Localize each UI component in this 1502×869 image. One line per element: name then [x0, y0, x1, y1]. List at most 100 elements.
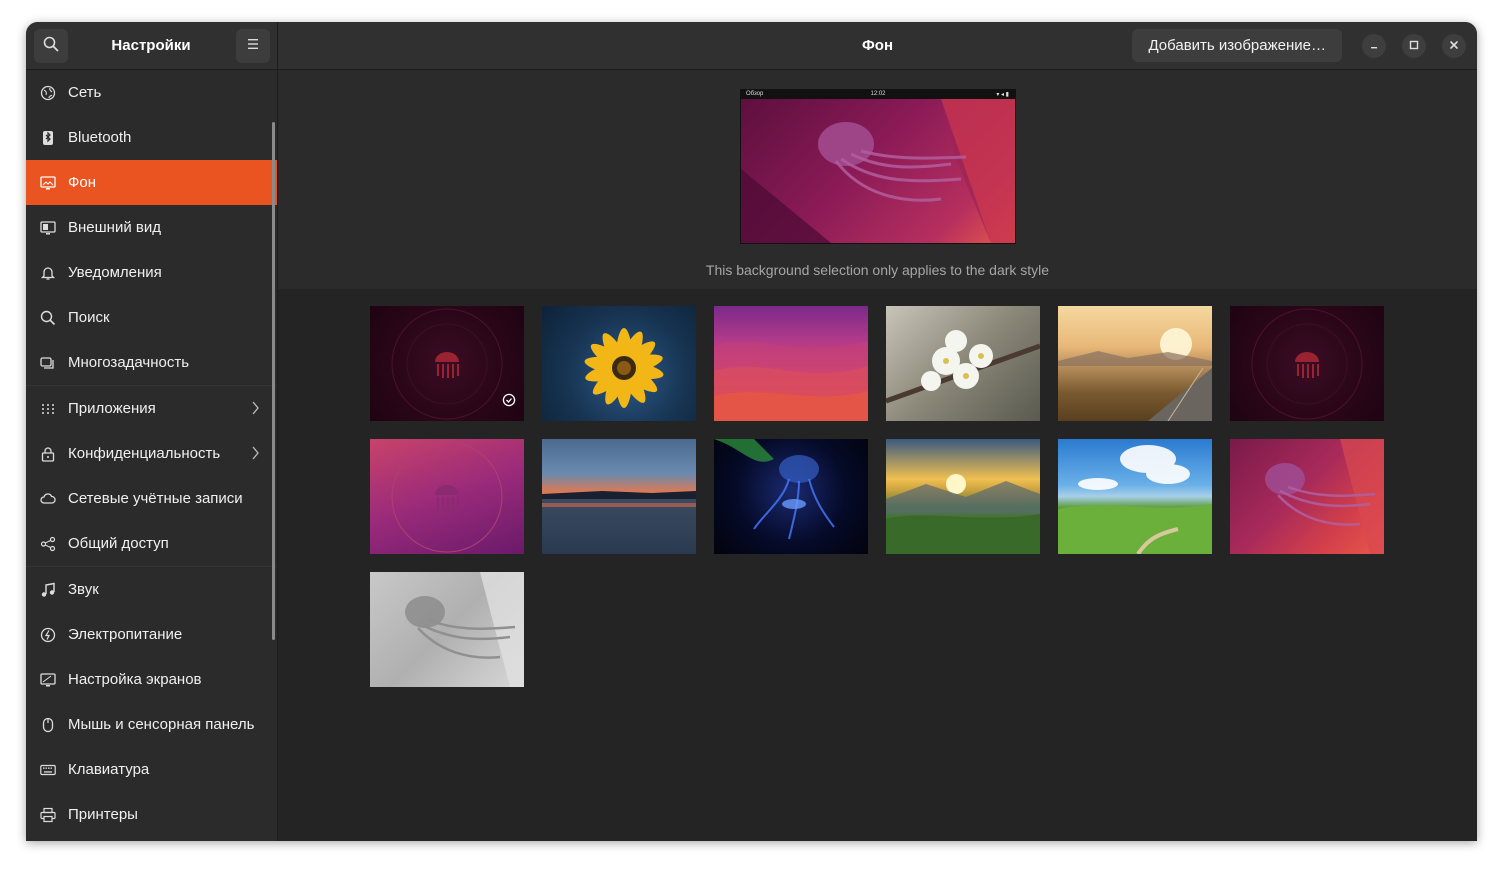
- wallpaper-thumbnail[interactable]: [714, 306, 868, 421]
- network-icon: [40, 85, 56, 101]
- sidebar-item-label: Мышь и сенсорная панель: [68, 716, 255, 733]
- preview-jellyfish-wallpaper: [741, 99, 1015, 243]
- sidebar-item-label: Сеть: [68, 84, 102, 101]
- wallpaper-thumbnail[interactable]: [714, 439, 868, 554]
- chevron-right-icon: [251, 400, 259, 420]
- lake-sunset-image: [542, 491, 696, 507]
- sidebar-item-apps[interactable]: Приложения: [26, 386, 277, 431]
- search-icon: [43, 36, 59, 57]
- sidebar-headerbar: Настройки: [26, 22, 278, 70]
- wallpaper-thumbnail[interactable]: [370, 306, 524, 421]
- jellyfish-pink-image: [1265, 439, 1384, 554]
- green-hills-image: [1058, 445, 1212, 554]
- sidebar-item-displays[interactable]: Настройка экранов: [26, 657, 277, 702]
- sidebar-item-label: Принтеры: [68, 806, 138, 823]
- wallpaper-thumbnail[interactable]: [1230, 306, 1384, 421]
- app-title: Настройки: [111, 37, 191, 54]
- white-blossoms-image: [886, 330, 1040, 404]
- jellyfish-logo-icon: [1251, 308, 1363, 420]
- main-headerbar: Фон Добавить изображение…: [278, 22, 1477, 70]
- bluetooth-icon: [40, 130, 56, 146]
- settings-window: Настройки Фон Добавить изображение… Сеть…: [26, 22, 1477, 841]
- wallpaper-thumbnail[interactable]: [542, 306, 696, 421]
- desktop-preview: Обзор 12:02 ▾ ◂ ▮: [740, 89, 1016, 244]
- mountain-sunrise-image: [886, 474, 1040, 554]
- wallpaper-thumbnail[interactable]: [886, 306, 1040, 421]
- preview-clock: 12:02: [870, 91, 886, 97]
- sidebar-item-appearance[interactable]: Внешний вид: [26, 205, 277, 250]
- music-note-icon: [40, 582, 56, 598]
- wallpaper-thumbnail[interactable]: [370, 572, 524, 687]
- sidebar-item-label: Настройка экранов: [68, 671, 202, 688]
- wallpaper-thumbnail[interactable]: [1058, 306, 1212, 421]
- jellyfish-grey-image: [405, 572, 524, 687]
- sidebar-scrollbar[interactable]: [272, 122, 275, 640]
- sidebar-item-privacy[interactable]: Конфиденциальность: [26, 431, 277, 476]
- sidebar-item-sound[interactable]: Звук: [26, 567, 277, 612]
- sidebar-item-label: Звук: [68, 581, 99, 598]
- sidebar: Сеть Bluetooth Фон Внешний вид Уведомлен…: [26, 70, 278, 841]
- sidebar-item-label: Электропитание: [68, 626, 183, 643]
- yellow-flower-image: [584, 328, 664, 408]
- mouse-icon: [40, 717, 56, 733]
- close-button[interactable]: [1442, 34, 1466, 58]
- sidebar-item-label: Уведомления: [68, 264, 162, 281]
- sidebar-item-online-accounts[interactable]: Сетевые учётные записи: [26, 476, 277, 521]
- bell-icon: [40, 265, 56, 281]
- sidebar-item-label: Фон: [68, 174, 97, 191]
- clock-icon: [502, 393, 516, 412]
- sidebar-item-notifications[interactable]: Уведомления: [26, 250, 277, 295]
- sidebar-item-power[interactable]: Электропитание: [26, 612, 277, 657]
- preview-status-icons: ▾ ◂ ▮: [996, 92, 1009, 98]
- close-icon: [1449, 37, 1459, 55]
- sidebar-item-background[interactable]: Фон: [26, 160, 277, 205]
- sidebar-item-mouse[interactable]: Мышь и сенсорная панель: [26, 702, 277, 747]
- cloud-icon: [40, 491, 56, 507]
- sidebar-item-label: Клавиатура: [68, 761, 150, 778]
- maximize-button[interactable]: [1402, 34, 1426, 58]
- search-button[interactable]: [34, 29, 68, 63]
- multitasking-icon: [40, 355, 56, 371]
- lock-icon: [40, 446, 56, 462]
- background-preview-area: Обзор 12:02 ▾ ◂ ▮ This background select…: [278, 70, 1477, 290]
- printer-icon: [40, 807, 56, 823]
- pink-waves-image: [714, 341, 868, 421]
- wallpaper-thumbnail[interactable]: [370, 439, 524, 554]
- blue-jellyfish-image: [714, 439, 835, 540]
- add-image-button[interactable]: Добавить изображение…: [1132, 29, 1342, 62]
- preview-topbar: Обзор 12:02 ▾ ◂ ▮: [741, 90, 1015, 99]
- sidebar-item-label: Внешний вид: [68, 219, 161, 236]
- power-icon: [40, 627, 56, 643]
- dark-style-caption: This background selection only applies t…: [705, 262, 1050, 278]
- wallpaper-thumbnail[interactable]: [542, 439, 696, 554]
- sidebar-item-label: Сетевые учётные записи: [68, 490, 243, 507]
- minimize-button[interactable]: [1362, 34, 1386, 58]
- sidebar-item-printers[interactable]: Принтеры: [26, 792, 277, 837]
- apps-grid-icon: [40, 401, 56, 417]
- jellyfish-logo-icon: [391, 441, 503, 553]
- sidebar-item-label: Многозадачность: [68, 354, 190, 371]
- hamburger-menu-icon: [246, 37, 260, 55]
- sidebar-item-label: Bluetooth: [68, 129, 132, 146]
- sidebar-item-label: Общий доступ: [68, 535, 169, 552]
- main-menu-button[interactable]: [236, 29, 270, 63]
- minimize-icon: [1369, 37, 1379, 55]
- wallpaper-thumbnail[interactable]: [886, 439, 1040, 554]
- wallpaper-thumbnail[interactable]: [1058, 439, 1212, 554]
- chevron-right-icon: [251, 445, 259, 465]
- sidebar-item-label: Конфиденциальность: [68, 445, 221, 462]
- background-icon: [40, 175, 56, 191]
- sidebar-item-sharing[interactable]: Общий доступ: [26, 521, 277, 566]
- search-icon: [40, 310, 56, 326]
- maximize-icon: [1409, 37, 1419, 55]
- wallpaper-thumbnail[interactable]: [1230, 439, 1384, 554]
- sidebar-item-bluetooth[interactable]: Bluetooth: [26, 115, 277, 160]
- sidebar-item-network[interactable]: Сеть: [26, 70, 277, 115]
- sidebar-item-multitasking[interactable]: Многозадачность: [26, 340, 277, 385]
- sidebar-item-label: Поиск: [68, 309, 110, 326]
- sidebar-item-keyboard[interactable]: Клавиатура: [26, 747, 277, 792]
- sunset-road-image: [1058, 328, 1212, 421]
- keyboard-icon: [40, 762, 56, 778]
- share-icon: [40, 536, 56, 552]
- sidebar-item-search[interactable]: Поиск: [26, 295, 277, 340]
